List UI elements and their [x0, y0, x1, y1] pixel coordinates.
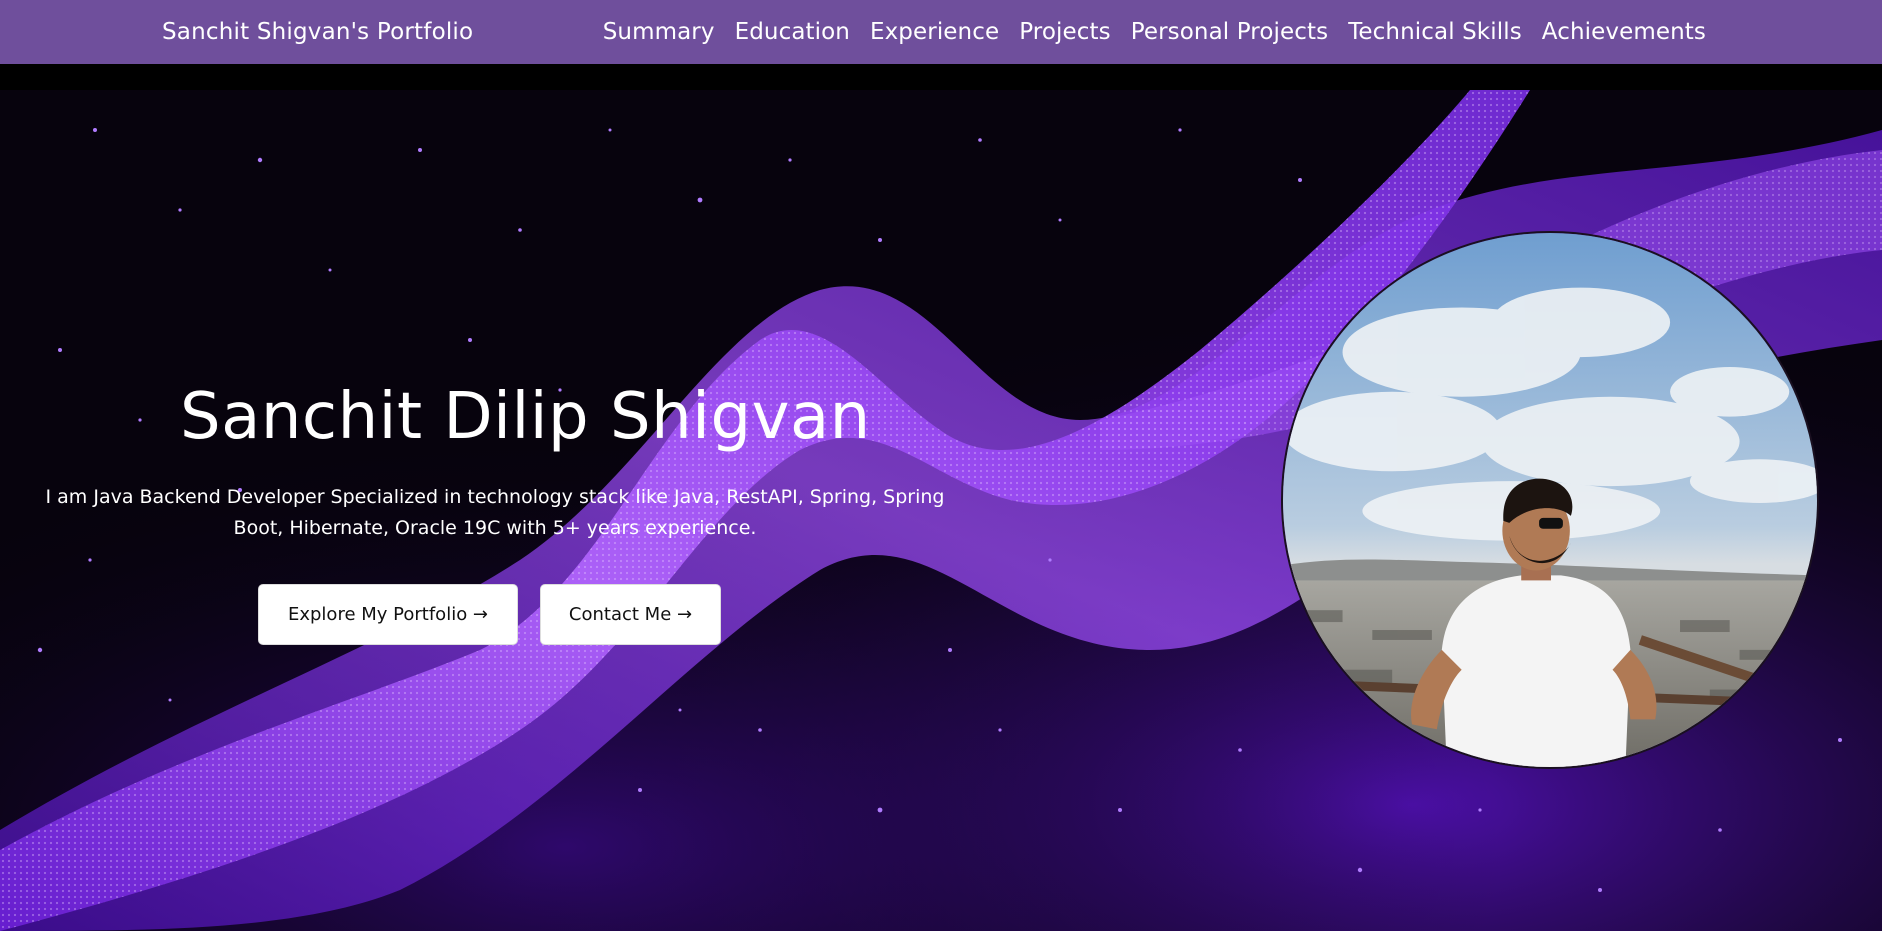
- nav-links: Summary Education Experience Projects Pe…: [603, 0, 1706, 64]
- nav-link-education[interactable]: Education: [735, 19, 850, 45]
- contact-me-button[interactable]: Contact Me →: [540, 584, 721, 645]
- nav-link-experience[interactable]: Experience: [870, 19, 999, 45]
- hero-section: Sanchit Dilip Shigvan I am Java Backend …: [0, 90, 1882, 931]
- top-navbar: Sanchit Shigvan's Portfolio Summary Educ…: [0, 0, 1882, 64]
- explore-portfolio-button[interactable]: Explore My Portfolio →: [258, 584, 518, 645]
- hero-description: I am Java Backend Developer Specialized …: [45, 486, 945, 539]
- nav-link-summary[interactable]: Summary: [603, 19, 715, 45]
- navbar-spacer: [0, 64, 1882, 90]
- brand-link[interactable]: Sanchit Shigvan's Portfolio: [162, 0, 473, 64]
- nav-link-personal-projects[interactable]: Personal Projects: [1131, 19, 1328, 45]
- nav-link-achievements[interactable]: Achievements: [1542, 19, 1706, 45]
- profile-photo: [1281, 231, 1819, 769]
- nav-link-technical-skills[interactable]: Technical Skills: [1348, 19, 1522, 45]
- nav-link-projects[interactable]: Projects: [1019, 19, 1110, 45]
- hero-name-heading: Sanchit Dilip Shigvan: [180, 380, 871, 454]
